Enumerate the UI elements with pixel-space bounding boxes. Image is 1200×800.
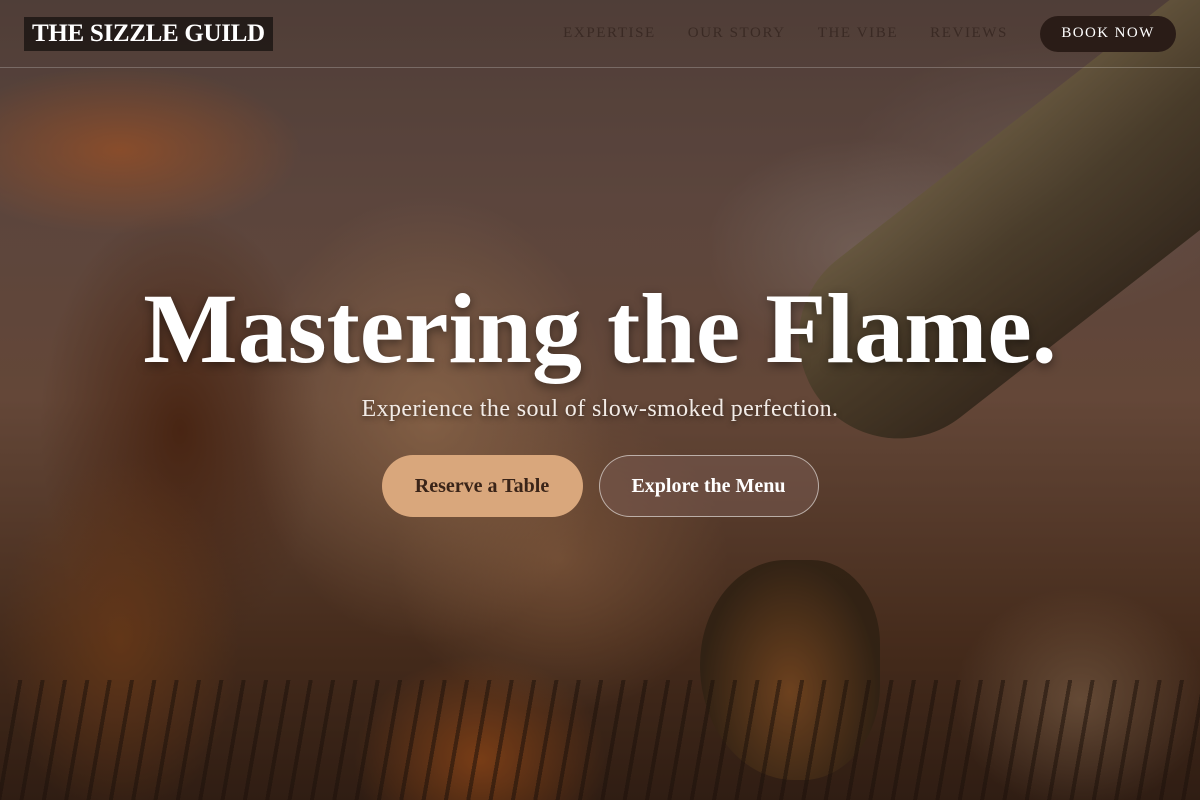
nav-link-the-vibe[interactable]: THE VIBE <box>818 25 898 42</box>
book-now-button[interactable]: BOOK NOW <box>1040 15 1176 52</box>
nav-link-expertise[interactable]: EXPERTISE <box>563 25 656 42</box>
site-logo[interactable]: THE SIZZLE GUILD <box>24 16 273 51</box>
main-nav: EXPERTISE OUR STORY THE VIBE REVIEWS BOO… <box>563 15 1176 52</box>
hero-actions: Reserve a Table Explore the Menu <box>0 455 1200 517</box>
hero-section: Mastering the Flame. Experience the soul… <box>0 270 1200 517</box>
site-header: THE SIZZLE GUILD EXPERTISE OUR STORY THE… <box>0 0 1200 68</box>
nav-link-our-story[interactable]: OUR STORY <box>688 25 786 42</box>
reserve-table-button[interactable]: Reserve a Table <box>381 455 583 517</box>
explore-menu-button[interactable]: Explore the Menu <box>598 455 819 517</box>
hero-title: Mastering the Flame. <box>143 273 1057 384</box>
nav-link-reviews[interactable]: REVIEWS <box>930 25 1008 42</box>
hero-subtitle: Experience the soul of slow-smoked perfe… <box>361 396 839 422</box>
